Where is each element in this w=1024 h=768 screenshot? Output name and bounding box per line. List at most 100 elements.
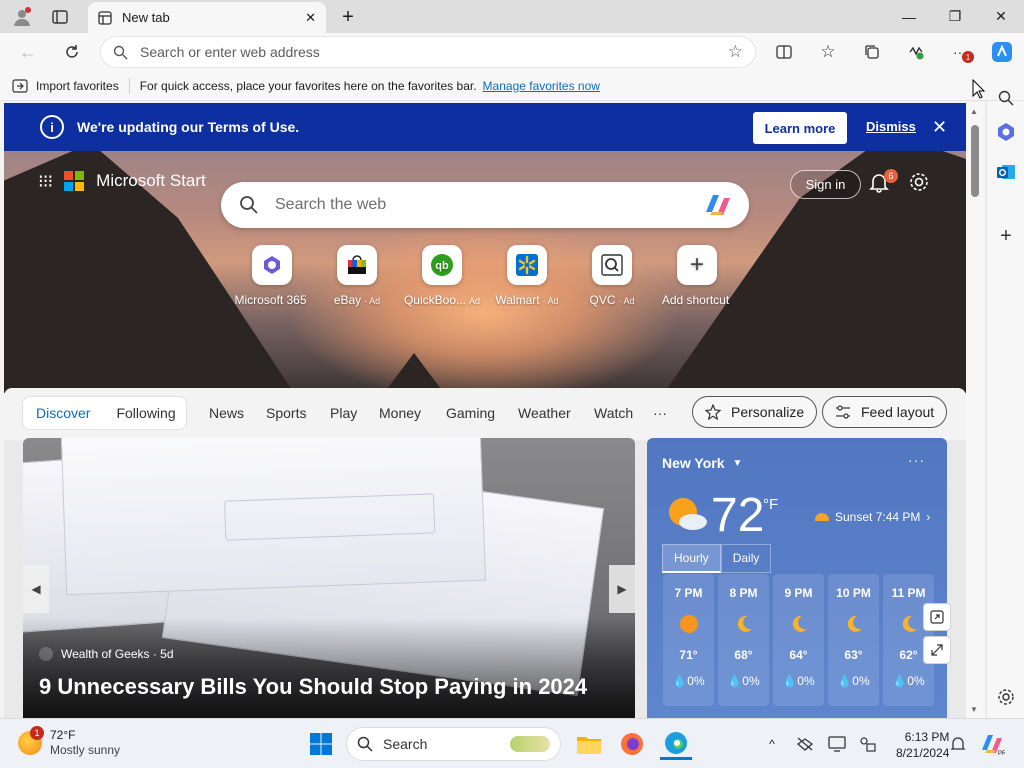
windows-start-icon[interactable] <box>305 728 337 760</box>
shortcut-qvc[interactable]: QVC · Ad <box>567 245 657 307</box>
shortcut-walmart[interactable]: Walmart · Ad <box>482 245 572 307</box>
copilot-sidebar-icon[interactable] <box>991 117 1021 147</box>
notification-center-bell-icon[interactable] <box>942 728 974 760</box>
tab-following[interactable]: Following <box>103 405 188 421</box>
tab-new-tab[interactable]: New tab ✕ <box>88 2 326 33</box>
feed-layout-button[interactable]: Feed layout <box>822 396 948 428</box>
taskbar-search-box[interactable]: Search <box>346 727 561 761</box>
performance-icon[interactable] <box>902 39 930 65</box>
tab-watch[interactable]: Watch <box>594 405 633 421</box>
sunset-info[interactable]: Sunset 7:44 PM › <box>815 510 930 524</box>
close-tab-icon[interactable]: ✕ <box>305 10 316 26</box>
weather-more-button[interactable]: ··· <box>908 452 925 468</box>
chevron-right-icon: › <box>926 510 931 524</box>
carousel-next-button[interactable]: ▶ <box>609 565 635 613</box>
tab-daily[interactable]: Daily <box>720 544 772 573</box>
shortcut-microsoft-365[interactable]: Microsoft 365 <box>227 245 317 307</box>
restore-button[interactable]: ❐ <box>932 0 978 33</box>
page-settings-gear-icon[interactable] <box>908 171 934 197</box>
firefox-icon[interactable] <box>616 728 648 760</box>
tab-play[interactable]: Play <box>330 405 357 421</box>
shortcut-quickbooks[interactable]: qb QuickBoo... Ad <box>397 245 487 307</box>
new-tab-plus-icon[interactable]: + <box>335 4 361 30</box>
hour-time: 10 PM <box>836 586 871 600</box>
shortcut-label: QuickBoo... <box>403 293 466 307</box>
split-screen-icon[interactable] <box>770 39 798 65</box>
import-favorites-button[interactable]: Import favorites <box>12 79 119 93</box>
app-launcher-icon[interactable]: ⁝⁝⁝ <box>38 172 53 190</box>
display-icon[interactable] <box>821 728 853 760</box>
manage-favorites-link[interactable]: Manage favorites now <box>483 79 600 93</box>
hour-time: 9 PM <box>784 586 813 600</box>
shortcut-label: Add shortcut <box>661 293 730 307</box>
weather-card[interactable]: New York ▼ ··· 72 °F Sunset 7:44 PM › Ho… <box>647 438 947 718</box>
profile-icon[interactable] <box>9 4 35 30</box>
tab-gaming[interactable]: Gaming <box>446 405 495 421</box>
taskbar-weather-desc: Mostly sunny <box>50 743 121 757</box>
hour-temp: 63° <box>844 648 863 662</box>
tab-title: New tab <box>122 10 170 25</box>
edge-taskbar-icon[interactable] <box>660 728 692 760</box>
close-icon[interactable]: ✕ <box>932 117 947 138</box>
file-explorer-icon[interactable] <box>573 728 605 760</box>
add-shortcut-button[interactable]: + Add shortcut <box>652 245 742 307</box>
collections-icon[interactable] <box>858 39 886 65</box>
notifications-bell-icon[interactable]: 6 <box>868 169 898 197</box>
hour-temp: 68° <box>734 648 753 662</box>
copilot-taskbar-icon[interactable]: PRE <box>976 728 1008 760</box>
tab-weather[interactable]: Weather <box>518 405 571 421</box>
refresh-icon[interactable] <box>58 39 86 65</box>
tab-actions-icon[interactable] <box>47 4 73 30</box>
address-bar[interactable]: Search or enter web address ☆ <box>101 37 755 67</box>
more-tabs-button[interactable]: ··· <box>653 405 667 421</box>
close-window-button[interactable]: ✕ <box>978 0 1024 33</box>
new-tab-page: i We're updating our Terms of Use. Learn… <box>4 103 966 718</box>
shortcut-ebay[interactable]: eBay · Ad <box>312 245 402 307</box>
sidebar-settings-gear-icon[interactable] <box>991 682 1021 712</box>
scroll-thumb[interactable] <box>971 125 979 197</box>
envelope-image <box>59 438 487 596</box>
sidebar-search-icon[interactable] <box>991 83 1021 113</box>
tab-money[interactable]: Money <box>379 405 421 421</box>
hour-forecast: 9 PM 64° 💧0% <box>773 574 824 706</box>
weather-location[interactable]: New York ▼ <box>662 455 742 471</box>
favorite-star-icon[interactable]: ☆ <box>728 42 743 62</box>
outlook-icon[interactable] <box>991 157 1021 187</box>
weather-view-toggle: Hourly Daily <box>662 544 772 573</box>
copilot-icon[interactable] <box>988 39 1016 65</box>
minimize-button[interactable]: — <box>886 0 932 33</box>
tab-news[interactable]: News <box>209 405 244 421</box>
page-scrollbar[interactable]: ▲ ▼ <box>966 103 984 718</box>
tab-discover[interactable]: Discover <box>23 405 103 421</box>
open-in-new-icon[interactable] <box>923 603 951 631</box>
personalize-button[interactable]: Personalize <box>692 396 818 428</box>
tab-sports[interactable]: Sports <box>266 405 306 421</box>
network-offline-icon[interactable] <box>789 728 821 760</box>
hour-temp: 62° <box>899 648 918 662</box>
news-headline[interactable]: 9 Unnecessary Bills You Should Stop Payi… <box>39 674 629 700</box>
sunset-text: Sunset 7:44 PM <box>835 510 921 524</box>
back-arrow-icon[interactable]: ← <box>14 39 42 65</box>
sign-in-button[interactable]: Sign in <box>790 170 861 199</box>
more-menu-icon[interactable]: ··· 1 <box>946 39 974 65</box>
carousel-prev-button[interactable]: ◀ <box>23 565 49 613</box>
taskbar-weather-widget[interactable]: 1 72°F Mostly sunny <box>18 726 121 758</box>
show-hidden-icons-chevron-icon[interactable]: ^ <box>756 728 788 760</box>
chevron-down-icon: ▼ <box>732 457 743 469</box>
dismiss-link[interactable]: Dismiss <box>866 119 916 134</box>
news-source: Wealth of Geeks · 5d <box>39 647 174 661</box>
divider <box>128 77 130 94</box>
web-search-box[interactable]: Search the web <box>221 182 749 228</box>
shortcut-ad-tag: · Ad <box>364 296 381 306</box>
copilot-icon[interactable] <box>703 192 733 218</box>
bell-count-badge: 6 <box>884 169 898 183</box>
add-sidebar-app-icon[interactable]: + <box>991 221 1021 251</box>
favorites-icon[interactable]: ☆ <box>814 39 842 65</box>
learn-more-button[interactable]: Learn more <box>753 112 847 144</box>
scroll-up-icon[interactable]: ▲ <box>970 107 978 116</box>
expand-icon[interactable] <box>923 636 951 664</box>
news-card[interactable]: ◀ ▶ Wealth of Geeks · 5d 9 Unnecessary B… <box>23 438 635 718</box>
tab-hourly[interactable]: Hourly <box>662 544 721 573</box>
scroll-down-icon[interactable]: ▼ <box>970 705 978 714</box>
brightness-icon[interactable] <box>851 728 883 760</box>
